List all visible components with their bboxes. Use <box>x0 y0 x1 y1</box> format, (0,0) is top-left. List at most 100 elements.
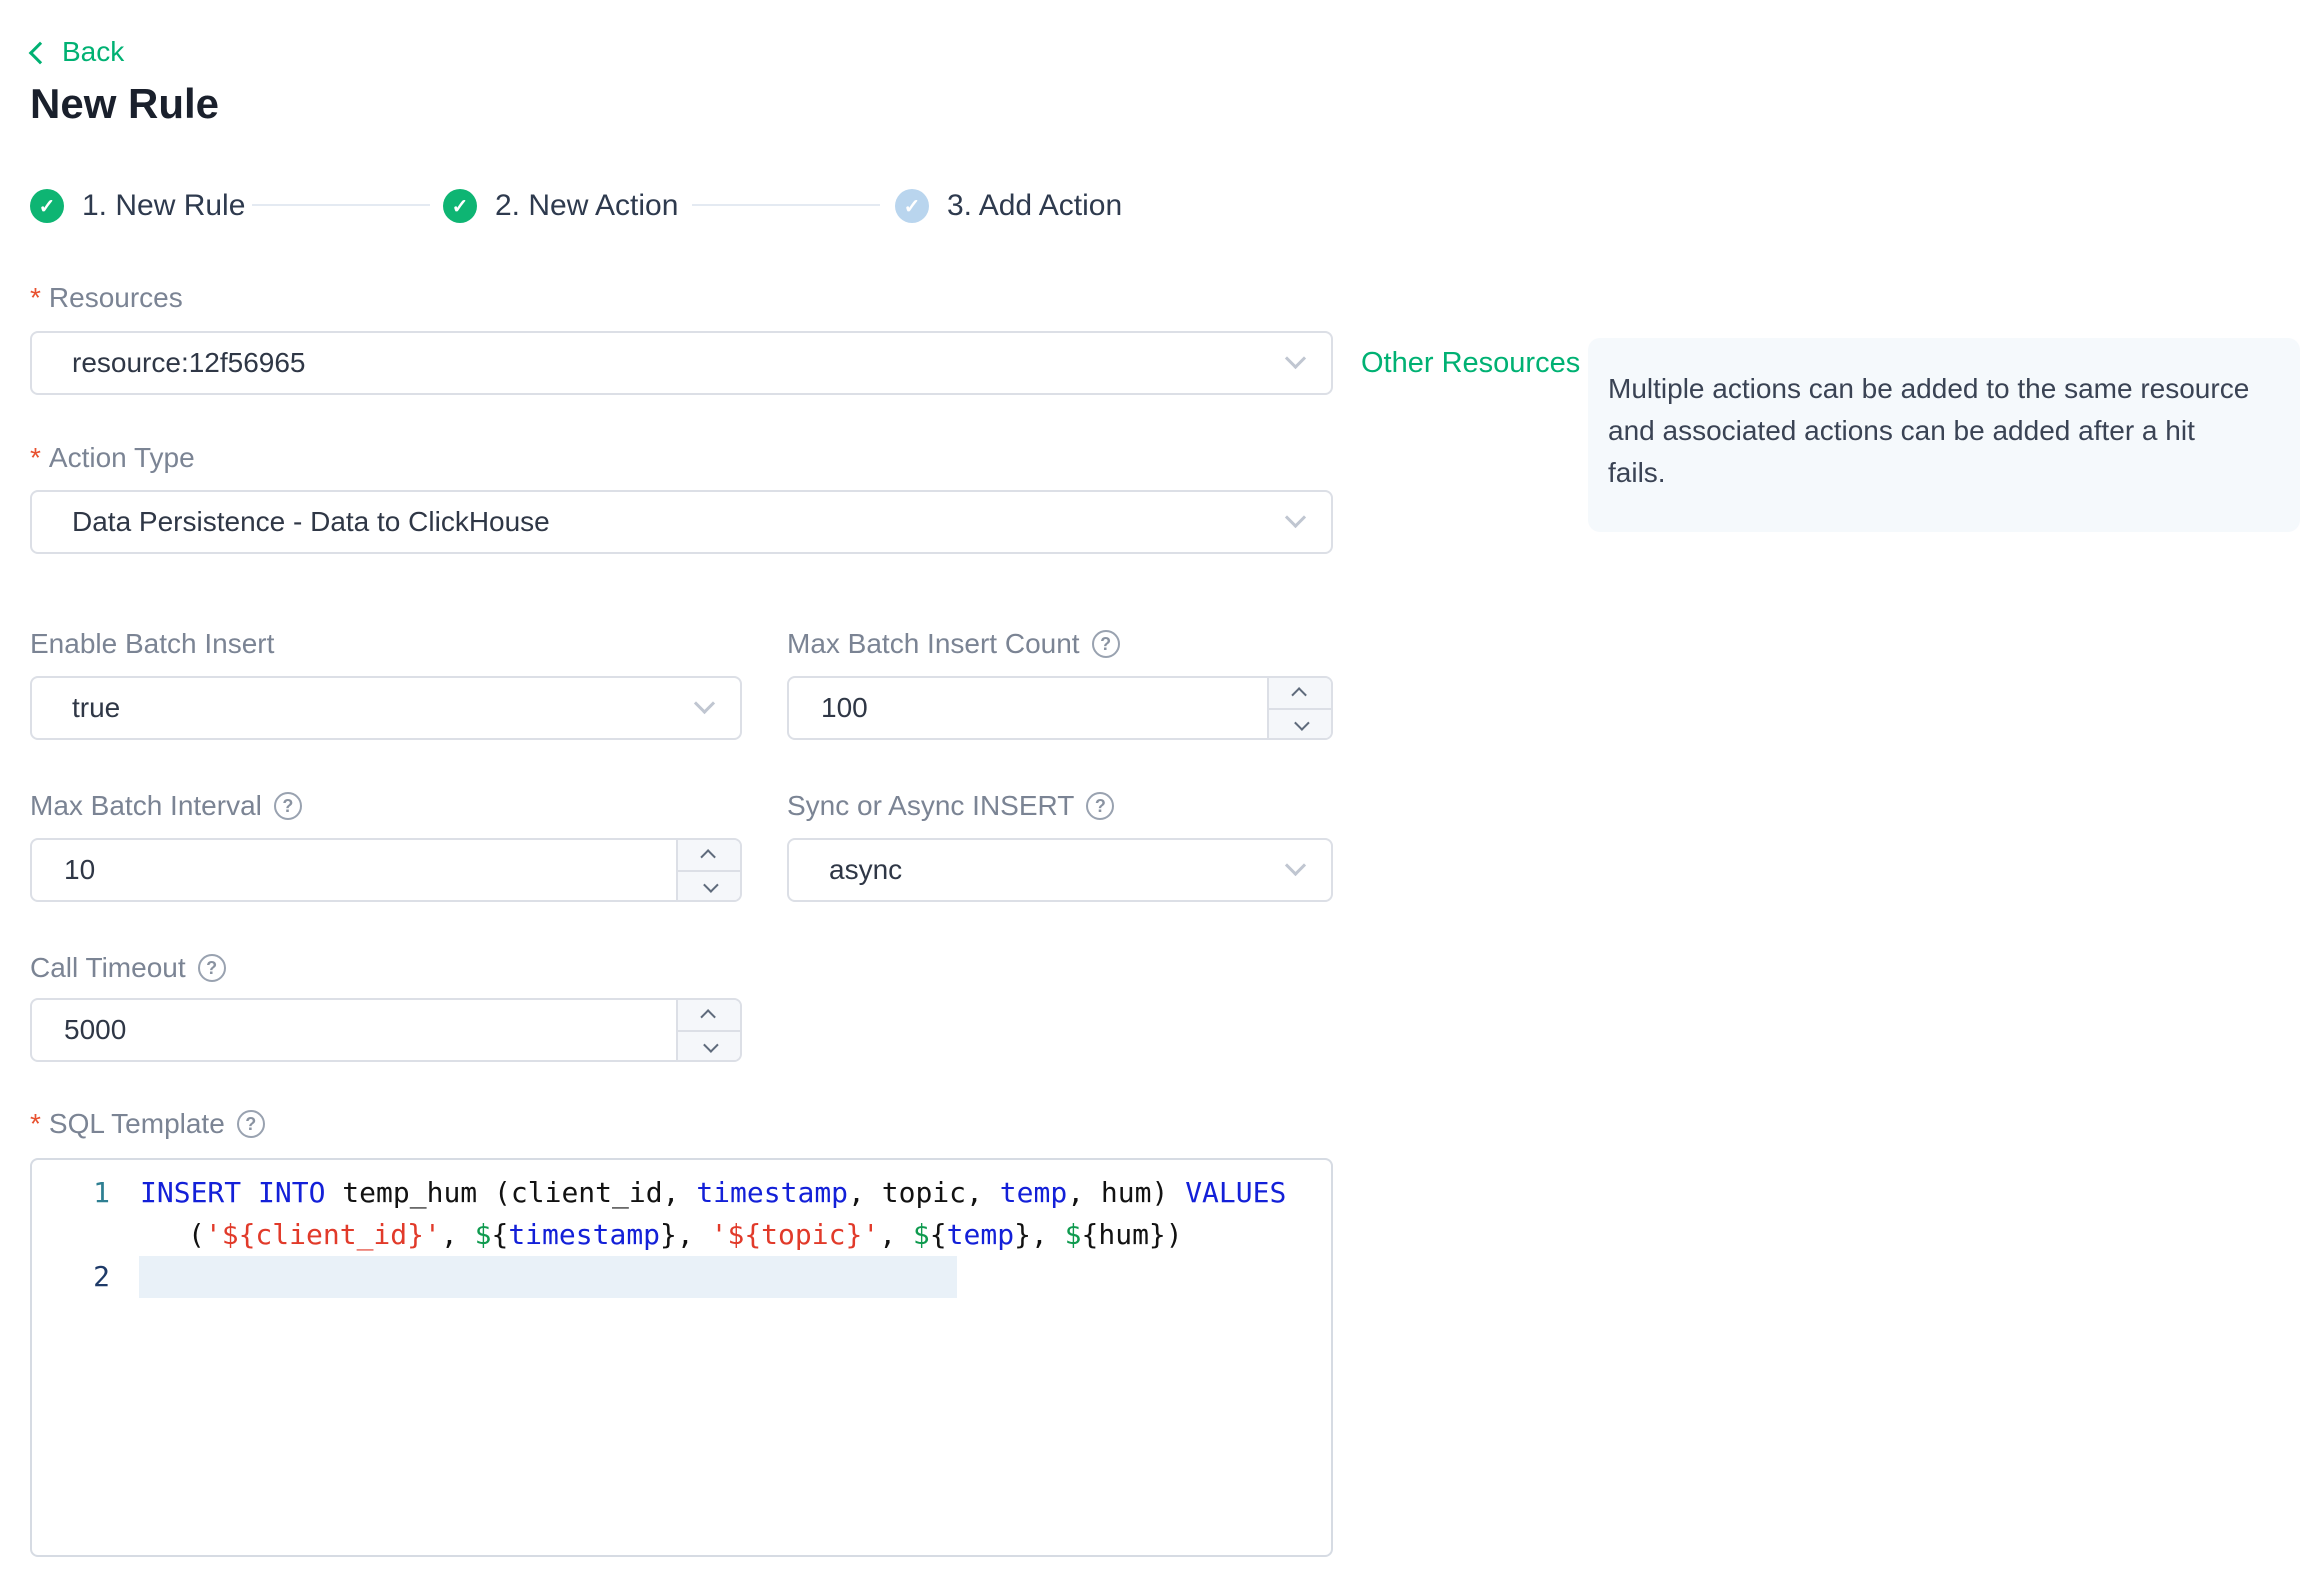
chevron-down-icon <box>702 876 719 893</box>
chevron-down-icon <box>1284 854 1307 877</box>
sql-text: } <box>1014 1218 1031 1251</box>
step-new-rule[interactable]: ✓ 1. New Rule <box>30 188 245 224</box>
sql-text: {hum}) <box>1081 1218 1183 1251</box>
sql-text: , <box>879 1218 913 1251</box>
resource-info-box: Multiple actions can be added to the sam… <box>1588 338 2300 532</box>
action-type-select[interactable]: Data Persistence - Data to ClickHouse <box>30 490 1333 554</box>
sql-keyword: temp <box>946 1218 1015 1251</box>
sql-text: ( <box>188 1218 205 1251</box>
active-line-highlight <box>139 1256 957 1298</box>
step-label: 2. New Action <box>495 189 679 222</box>
chevron-left-icon <box>28 41 52 64</box>
sql-string: '${client_id}' <box>204 1218 441 1251</box>
increment-button[interactable] <box>678 1000 740 1030</box>
resources-select[interactable]: resource:12f56965 <box>30 331 1333 395</box>
enable-batch-label: Enable Batch Insert <box>30 628 274 660</box>
call-timeout-input[interactable] <box>32 1000 740 1060</box>
sql-keyword: INSERT INTO <box>140 1176 326 1209</box>
sync-async-select-value: async <box>829 854 903 885</box>
increment-button[interactable] <box>1269 678 1331 708</box>
required-asterisk: * <box>30 282 41 313</box>
action-type-label: * Action Type <box>30 442 195 474</box>
step-connector <box>252 204 430 206</box>
decrement-button[interactable] <box>1269 708 1331 738</box>
check-circle-icon: ✓ <box>895 189 929 223</box>
sql-keyword: VALUES <box>1185 1176 1287 1209</box>
sql-text: { <box>491 1218 509 1251</box>
sql-text: , topic, <box>848 1176 1000 1209</box>
sql-variable-sigil: $ <box>474 1218 492 1251</box>
check-circle-icon: ✓ <box>443 189 477 223</box>
line-number: 1 <box>93 1176 110 1209</box>
chevron-down-icon <box>1284 506 1307 529</box>
help-icon[interactable]: ? <box>1086 792 1115 820</box>
max-count-label-text: Max Batch Insert Count <box>787 628 1080 659</box>
back-link[interactable]: Back <box>28 36 125 68</box>
step-add-action[interactable]: ✓ 3. Add Action <box>895 188 1122 224</box>
sync-async-label-text: Sync or Async INSERT <box>787 790 1075 821</box>
other-resources-link[interactable]: Other Resources <box>1361 347 1580 380</box>
sql-text: , <box>440 1218 475 1251</box>
chevron-up-icon <box>699 1008 716 1025</box>
sql-variable-sigil: $ <box>912 1218 930 1251</box>
sql-keyword: temp <box>999 1176 1068 1209</box>
page-title: New Rule <box>30 80 220 127</box>
enable-batch-select-value: true <box>72 692 121 723</box>
sql-variable-sigil: $ <box>1064 1218 1082 1251</box>
help-icon[interactable]: ? <box>273 792 302 820</box>
number-spinner <box>1267 678 1331 738</box>
number-spinner <box>676 840 740 900</box>
code-line-1: INSERT INTO temp_hum (client_id, timesta… <box>140 1172 1286 1214</box>
help-icon[interactable]: ? <box>1091 630 1120 658</box>
decrement-button[interactable] <box>678 870 740 900</box>
max-interval-input[interactable] <box>32 840 740 900</box>
sql-text: , hum) <box>1067 1176 1186 1209</box>
sql-template-label: * SQL Template ? <box>30 1108 265 1140</box>
sql-text: } <box>660 1218 677 1251</box>
action-type-select-value: Data Persistence - Data to ClickHouse <box>72 506 550 537</box>
sql-string: '${topic}' <box>710 1218 880 1251</box>
required-asterisk: * <box>30 442 41 473</box>
line-number: 2 <box>93 1260 110 1293</box>
max-interval-input-wrap <box>30 838 742 902</box>
enable-batch-select[interactable]: true <box>30 676 742 740</box>
sql-text: temp_hum (client_id, <box>325 1176 697 1209</box>
help-icon[interactable]: ? <box>197 954 226 982</box>
enable-batch-label-text: Enable Batch Insert <box>30 628 275 659</box>
sql-template-label-text: SQL Template <box>48 1108 225 1139</box>
max-interval-label: Max Batch Interval ? <box>30 790 302 822</box>
new-rule-page: Back New Rule ✓ 1. New Rule ✓ 2. New Act… <box>0 0 2310 1586</box>
chevron-down-icon <box>1284 347 1307 370</box>
sync-async-select[interactable]: async <box>787 838 1333 902</box>
help-icon[interactable]: ? <box>236 1110 265 1138</box>
chevron-up-icon <box>699 848 716 865</box>
max-count-input[interactable] <box>789 678 1331 738</box>
sql-text: , <box>676 1218 711 1251</box>
number-spinner <box>676 1000 740 1060</box>
step-connector <box>692 204 880 206</box>
back-label: Back <box>62 36 125 67</box>
sql-code-editor[interactable]: 1 2 INSERT INTO temp_hum (client_id, tim… <box>30 1158 1333 1557</box>
resource-info-text: Multiple actions can be added to the sam… <box>1608 373 2250 488</box>
increment-button[interactable] <box>678 840 740 870</box>
resources-label: * Resources <box>30 282 183 314</box>
resources-select-value: resource:12f56965 <box>72 347 306 378</box>
decrement-button[interactable] <box>678 1030 740 1060</box>
call-timeout-input-wrap <box>30 998 742 1062</box>
code-line-1-wrap: ('${client_id}', ${timestamp}, '${topic}… <box>140 1214 1183 1256</box>
chevron-down-icon <box>702 1036 719 1053</box>
sync-async-label: Sync or Async INSERT ? <box>787 790 1115 822</box>
action-type-label-text: Action Type <box>48 442 195 473</box>
step-new-action[interactable]: ✓ 2. New Action <box>443 188 678 224</box>
max-count-input-wrap <box>787 676 1333 740</box>
chevron-down-icon <box>1293 714 1310 731</box>
step-label: 1. New Rule <box>82 189 246 222</box>
sql-text: , <box>1030 1218 1065 1251</box>
chevron-down-icon <box>693 692 716 715</box>
max-count-label: Max Batch Insert Count ? <box>787 628 1120 660</box>
chevron-up-icon <box>1290 686 1307 703</box>
sql-keyword: timestamp <box>696 1176 849 1209</box>
step-label: 3. Add Action <box>947 189 1123 222</box>
max-interval-label-text: Max Batch Interval <box>30 790 262 821</box>
call-timeout-label: Call Timeout ? <box>30 952 226 984</box>
